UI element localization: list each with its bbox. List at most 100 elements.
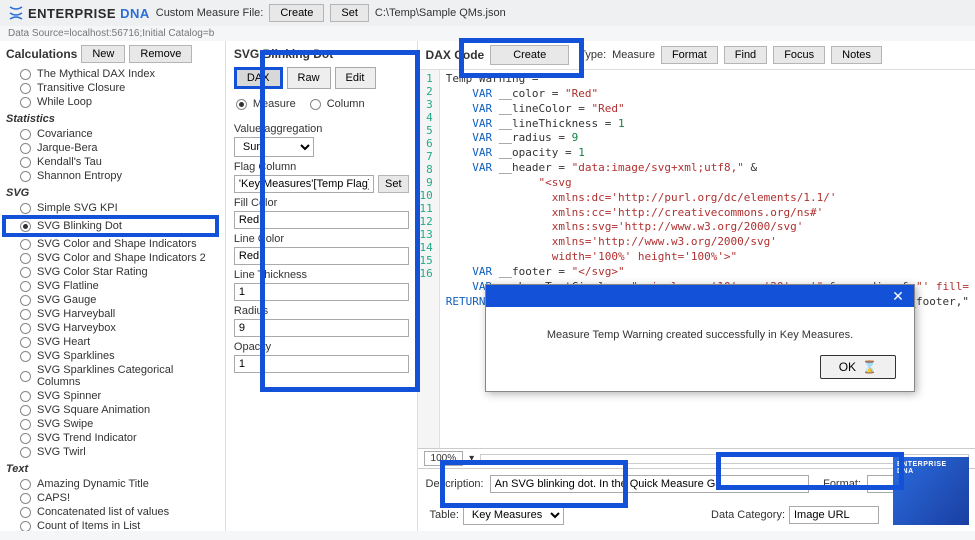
- sidebar-item[interactable]: Jarque-Bera: [6, 141, 219, 155]
- sidebar-item[interactable]: Shannon Entropy: [6, 169, 219, 183]
- sidebar-item[interactable]: Covariance: [6, 127, 219, 141]
- focus-button[interactable]: Focus: [773, 46, 825, 64]
- sidebar-item[interactable]: SVG Trend Indicator: [6, 431, 219, 445]
- radio-icon: [20, 521, 31, 532]
- sidebar-item[interactable]: SVG Blinking Dot: [2, 215, 219, 237]
- radio-icon: [20, 351, 31, 362]
- sidebar-item[interactable]: Transitive Closure: [6, 81, 219, 95]
- dialog-titlebar: ✕: [486, 285, 914, 307]
- fill-input[interactable]: [234, 211, 409, 229]
- description-input[interactable]: [490, 475, 809, 493]
- sidebar-item-label: Simple SVG KPI: [37, 202, 118, 214]
- radio-icon: [20, 391, 31, 402]
- sidebar-item[interactable]: Simple SVG KPI: [6, 201, 219, 215]
- flag-set-button[interactable]: Set: [378, 175, 409, 193]
- sidebar-item-label: SVG Twirl: [37, 446, 86, 458]
- sidebar-item-label: SVG Sparklines: [37, 350, 115, 362]
- new-calc-button[interactable]: New: [81, 45, 125, 63]
- sidebar-item[interactable]: SVG Heart: [6, 335, 219, 349]
- create-measure-button[interactable]: Create: [490, 45, 569, 65]
- radio-icon: [20, 253, 31, 264]
- topbar: ENTERPRISE DNA Custom Measure File: Crea…: [0, 0, 975, 26]
- thick-input[interactable]: [234, 283, 409, 301]
- sidebar-item-label: Kendall's Tau: [37, 156, 102, 168]
- radius-label: Radius: [234, 305, 409, 317]
- sidebar-item-label: SVG Swipe: [37, 418, 93, 430]
- table-select[interactable]: Key Measures: [463, 505, 564, 525]
- sidebar-item[interactable]: SVG Color and Shape Indicators: [6, 237, 219, 251]
- opacity-input[interactable]: [234, 355, 409, 373]
- sidebar-item[interactable]: Count of Items in List: [6, 519, 219, 531]
- radio-icon: [236, 99, 247, 110]
- sidebar-item-label: SVG Square Animation: [37, 404, 150, 416]
- sidebar-item[interactable]: SVG Spinner: [6, 389, 219, 403]
- val-agg-select[interactable]: Sum: [234, 137, 314, 157]
- close-icon[interactable]: ✕: [888, 288, 908, 305]
- data-category-label: Data Category:: [711, 509, 785, 521]
- radio-column[interactable]: Column: [310, 97, 365, 111]
- ok-label: OK: [839, 360, 856, 374]
- sidebar-item[interactable]: The Mythical DAX Index: [6, 67, 219, 81]
- format-button[interactable]: Format: [661, 46, 718, 64]
- opacity-label: Opacity: [234, 341, 409, 353]
- sidebar-item-label: SVG Flatline: [37, 280, 99, 292]
- sidebar-item[interactable]: While Loop: [6, 95, 219, 109]
- sidebar-item-label: SVG Color and Shape Indicators 2: [37, 252, 206, 264]
- sidebar-item-label: SVG Blinking Dot: [37, 220, 122, 232]
- tab-dax[interactable]: DAX: [234, 67, 283, 89]
- radio-icon: [20, 69, 31, 80]
- sidebar-item-label: Jarque-Bera: [37, 142, 98, 154]
- sidebar-item[interactable]: SVG Flatline: [6, 279, 219, 293]
- chevron-down-icon[interactable]: ▾: [469, 453, 474, 464]
- create-file-button[interactable]: Create: [269, 4, 324, 22]
- sidebar-item[interactable]: SVG Color Star Rating: [6, 265, 219, 279]
- sidebar-item[interactable]: SVG Harveyball: [6, 307, 219, 321]
- sidebar-item[interactable]: SVG Square Animation: [6, 403, 219, 417]
- radio-icon: [20, 433, 31, 444]
- flag-input[interactable]: [234, 175, 374, 193]
- radio-icon: [20, 281, 31, 292]
- sidebar-item[interactable]: Concatenated list of values: [6, 505, 219, 519]
- flag-label: Flag Column: [234, 161, 409, 173]
- remove-calc-button[interactable]: Remove: [129, 45, 192, 63]
- sidebar-item-label: Amazing Dynamic Title: [37, 478, 149, 490]
- properties-title: SVG Blinking Dot: [234, 47, 409, 61]
- sidebar-item[interactable]: SVG Sparklines Categorical Columns: [6, 363, 219, 389]
- radio-icon: [20, 295, 31, 306]
- type-label: Type:: [579, 49, 606, 61]
- radio-icon: [20, 507, 31, 518]
- sidebar-item[interactable]: SVG Harveybox: [6, 321, 219, 335]
- sidebar-item[interactable]: Kendall's Tau: [6, 155, 219, 169]
- tab-edit[interactable]: Edit: [335, 67, 376, 89]
- radio-icon: [20, 323, 31, 334]
- sidebar-item[interactable]: SVG Twirl: [6, 445, 219, 459]
- zoom-level[interactable]: 100%: [424, 451, 464, 466]
- line-gutter: 1 2 3 4 5 6 7 8 9 10 11 12 13 14 15 16: [418, 70, 440, 448]
- description-label: Description:: [426, 478, 484, 490]
- sidebar-item[interactable]: SVG Swipe: [6, 417, 219, 431]
- thick-label: Line Thickness: [234, 269, 409, 281]
- sidebar-item-label: The Mythical DAX Index: [37, 68, 155, 80]
- data-category-input[interactable]: [789, 506, 879, 524]
- sidebar-item-label: SVG Spinner: [37, 390, 101, 402]
- sidebar-item-label: Count of Items in List: [37, 520, 140, 531]
- radius-input[interactable]: [234, 319, 409, 337]
- table-label: Table:: [430, 509, 459, 521]
- ok-button[interactable]: OK ⌛: [820, 355, 896, 379]
- sidebar-item-label: While Loop: [37, 96, 92, 108]
- radio-measure[interactable]: Measure: [236, 97, 296, 111]
- sidebar-item-label: Shannon Entropy: [37, 170, 122, 182]
- sidebar-item[interactable]: CAPS!: [6, 491, 219, 505]
- sidebar-item[interactable]: SVG Sparklines: [6, 349, 219, 363]
- tab-raw[interactable]: Raw: [287, 67, 331, 89]
- set-file-button[interactable]: Set: [330, 4, 369, 22]
- sidebar-item[interactable]: Amazing Dynamic Title: [6, 477, 219, 491]
- notes-button[interactable]: Notes: [831, 46, 882, 64]
- sidebar-item-label: SVG Color and Shape Indicators: [37, 238, 197, 250]
- line-input[interactable]: [234, 247, 409, 265]
- radio-icon: [20, 129, 31, 140]
- sidebar-item[interactable]: SVG Color and Shape Indicators 2: [6, 251, 219, 265]
- radio-icon: [20, 203, 31, 214]
- find-button[interactable]: Find: [724, 46, 767, 64]
- sidebar-item[interactable]: SVG Gauge: [6, 293, 219, 307]
